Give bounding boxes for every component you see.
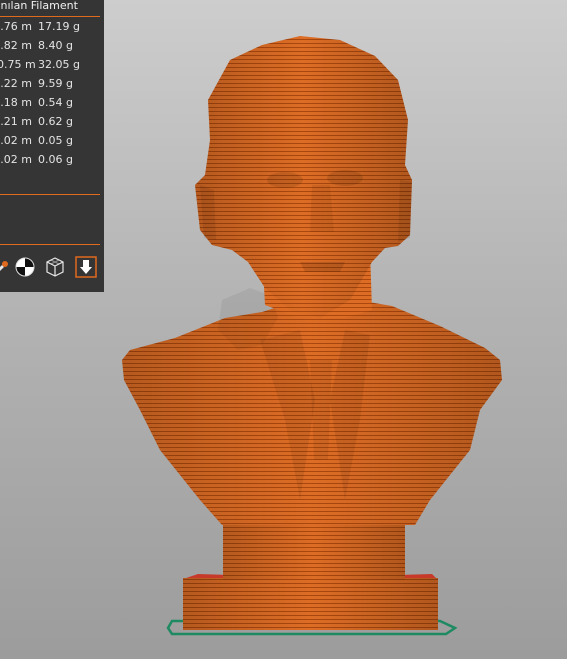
filament-length: 0.18 m — [0, 96, 32, 109]
divider — [0, 244, 100, 245]
filament-length: 2.82 m — [0, 39, 32, 52]
filament-usage-panel: Kullanılan Filament 5.76 m 17.19 g 2.82 … — [0, 0, 104, 292]
filament-weight: 0.05 g — [38, 134, 73, 147]
model-torso — [122, 288, 502, 525]
export-down-icon[interactable] — [75, 256, 97, 278]
color-wheel-icon[interactable] — [14, 256, 36, 278]
brush-icon[interactable] — [0, 256, 14, 278]
panel-header: Kullanılan Filament — [0, 0, 104, 16]
filament-length: 5.76 m — [0, 20, 32, 33]
filament-length: 10.75 m — [0, 58, 36, 71]
filament-length: 3.22 m — [0, 77, 32, 90]
filament-length: 0.21 m — [0, 115, 32, 128]
wireframe-cube-icon[interactable] — [44, 256, 66, 278]
filament-weight: 9.59 g — [38, 77, 73, 90]
view-toolbar — [0, 256, 104, 280]
filament-length: 0.02 m — [0, 153, 32, 166]
filament-length: 0.02 m — [0, 134, 32, 147]
model-head — [195, 36, 412, 318]
model-base — [183, 520, 438, 630]
filament-weight: 17.19 g — [38, 20, 80, 33]
filament-weight: 32.05 g — [38, 58, 80, 71]
filament-weight: 0.54 g — [38, 96, 73, 109]
filament-weight: 0.06 g — [38, 153, 73, 166]
filament-weight: 0.62 g — [38, 115, 73, 128]
divider — [0, 194, 100, 195]
divider — [0, 16, 100, 17]
panel-header-label: Kullanılan Filament — [0, 0, 78, 12]
filament-weight: 8.40 g — [38, 39, 73, 52]
